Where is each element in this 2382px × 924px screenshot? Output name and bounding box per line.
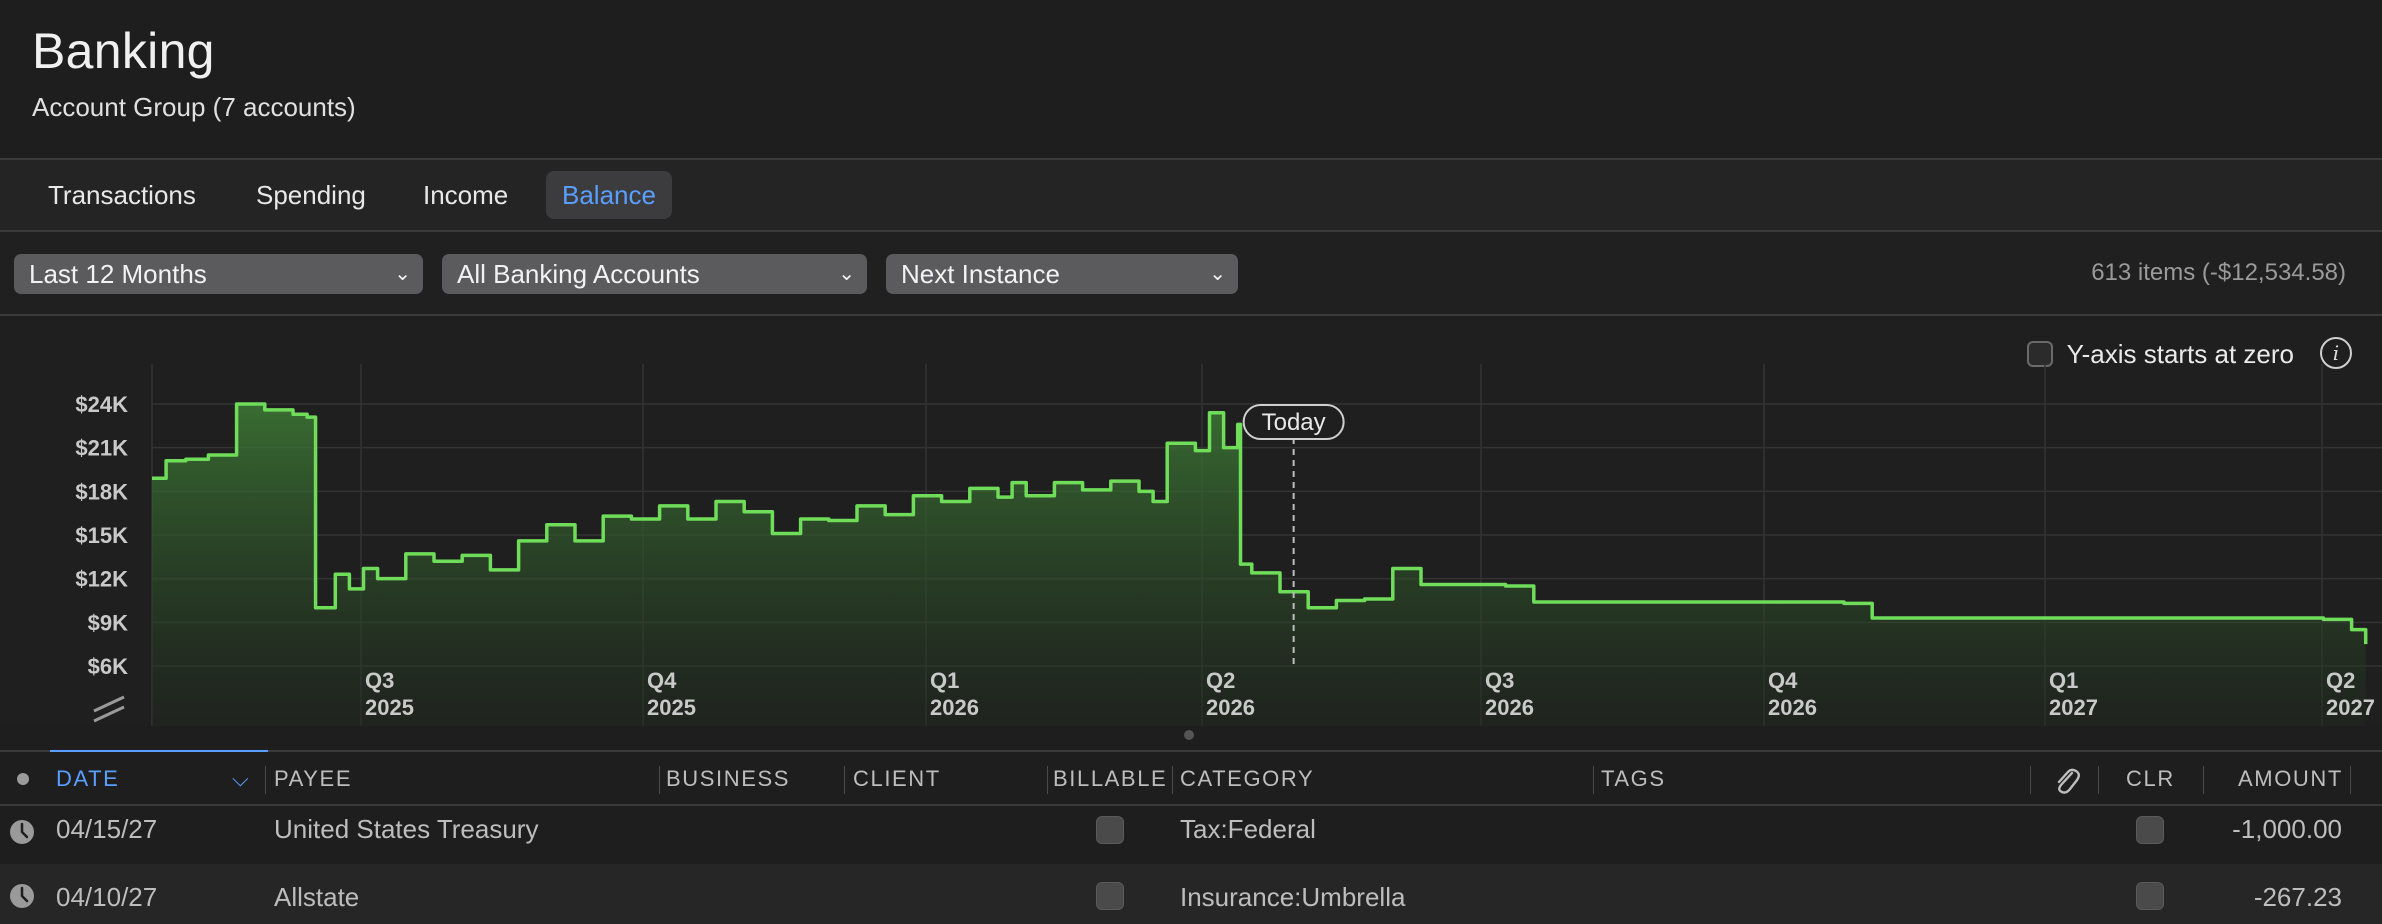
- today-label: Today: [1262, 409, 1326, 436]
- x-tick-year-label: 2027: [2049, 695, 2098, 720]
- cleared-checkbox[interactable]: [2136, 816, 2164, 844]
- column-separator: [1047, 766, 1048, 794]
- x-tick-year-label: 2026: [930, 695, 979, 720]
- x-tick-year-label: 2025: [365, 695, 414, 720]
- column-separator: [265, 766, 266, 794]
- row-amount: -267.23: [2253, 882, 2342, 912]
- accounts-select[interactable]: All Banking Accounts ⌄: [442, 254, 867, 294]
- x-tick-label: Q3: [1485, 668, 1514, 693]
- tab-income[interactable]: Income: [407, 171, 524, 219]
- column-separator: [844, 766, 845, 794]
- x-tick-label: Q4: [647, 668, 677, 693]
- cleared-checkbox[interactable]: [2136, 882, 2164, 910]
- table-row[interactable]: 04/10/27 Allstate Insurance:Umbrella -26…: [0, 864, 2382, 924]
- billable-checkbox[interactable]: [1096, 816, 1124, 844]
- scheduled-select[interactable]: Next Instance ⌄: [886, 254, 1238, 294]
- column-separator: [2030, 766, 2031, 794]
- chart-area: [152, 402, 2368, 726]
- filter-bar: Last 12 Months ⌄ All Banking Accounts ⌄ …: [0, 232, 2382, 314]
- x-tick-label: Q1: [2049, 668, 2078, 693]
- x-tick-year-label: 2025: [647, 695, 696, 720]
- column-category[interactable]: CATEGORY: [1180, 766, 1314, 792]
- column-clr[interactable]: CLR: [2126, 766, 2175, 792]
- y-tick-label: $6K: [88, 654, 128, 679]
- y-tick-label: $15K: [75, 523, 128, 548]
- column-separator: [659, 766, 660, 794]
- column-tags[interactable]: TAGS: [1601, 766, 1666, 792]
- column-separator: [2203, 766, 2204, 794]
- scheduled-clock-icon: [10, 820, 34, 844]
- axis-break-icon: [93, 695, 125, 723]
- table-row[interactable]: 04/15/27 United States Treasury Tax:Fede…: [0, 808, 2382, 872]
- balance-chart-area: Y-axis starts at zero i $24K $21K $18K $15K…: [0, 316, 2382, 740]
- tab-balance[interactable]: Balance: [546, 171, 672, 219]
- billable-checkbox[interactable]: [1096, 882, 1124, 910]
- row-payee: Allstate: [274, 882, 360, 912]
- table-header: DATE ⌵ PAYEE BUSINESS CLIENT BILLABLE CA…: [0, 750, 2382, 806]
- x-tick-year-label: 2026: [1485, 695, 1534, 720]
- column-billable[interactable]: BILLABLE: [1053, 766, 1167, 792]
- balance-chart: $24K$21K$18K$15K$12K$9K$6K Q32025Q42025Q…: [75, 364, 2382, 726]
- tab-spending[interactable]: Spending: [240, 171, 382, 219]
- column-amount[interactable]: AMOUNT: [2238, 766, 2343, 792]
- column-client[interactable]: CLIENT: [853, 766, 941, 792]
- column-separator: [1593, 766, 1594, 794]
- chevron-down-icon: ⌄: [838, 263, 855, 285]
- x-tick-label: Q1: [930, 668, 959, 693]
- y-tick-label: $21K: [75, 436, 128, 461]
- period-select-value: Last 12 Months: [29, 259, 207, 289]
- x-tick-label: Q4: [1768, 668, 1798, 693]
- x-tick-year-label: 2027: [2326, 695, 2375, 720]
- x-tick-year-label: 2026: [1768, 695, 1817, 720]
- scheduled-clock-icon: [10, 884, 34, 908]
- page-title: Banking: [32, 23, 215, 79]
- row-date: 04/10/27: [56, 882, 158, 912]
- attachment-icon[interactable]: [2052, 764, 2080, 796]
- x-tick-year-label: 2026: [1206, 695, 1255, 720]
- accounts-select-value: All Banking Accounts: [457, 259, 700, 289]
- column-separator: [1172, 766, 1173, 794]
- chevron-down-icon: ⌄: [394, 263, 411, 285]
- period-select[interactable]: Last 12 Months ⌄: [14, 254, 423, 294]
- column-separator: [2098, 766, 2099, 794]
- tab-bar: Transactions Spending Income Balance: [0, 160, 2382, 230]
- sort-chevron-icon[interactable]: ⌵: [232, 766, 250, 792]
- column-date[interactable]: DATE: [56, 766, 119, 792]
- row-category: Insurance:Umbrella: [1180, 882, 1406, 912]
- y-tick-label: $24K: [75, 392, 128, 417]
- chevron-down-icon: ⌄: [1209, 263, 1226, 285]
- x-tick-label: Q2: [2326, 668, 2355, 693]
- balance-area-fill: [152, 404, 2366, 726]
- resize-handle[interactable]: [1184, 730, 1194, 740]
- x-tick-label: Q2: [1206, 668, 1235, 693]
- sort-indicator: [50, 750, 268, 752]
- page-header: Banking Account Group (7 accounts): [0, 0, 2382, 158]
- x-tick-label: Q3: [365, 668, 394, 693]
- column-payee[interactable]: PAYEE: [274, 766, 352, 792]
- y-tick-label: $9K: [88, 610, 128, 635]
- y-axis-ticks: $24K $21K $18K $15K $12K $9K $6K: [75, 392, 128, 679]
- page-subtitle: Account Group (7 accounts): [32, 92, 356, 122]
- row-date: 04/15/27: [56, 814, 158, 844]
- tab-transactions[interactable]: Transactions: [32, 171, 212, 219]
- items-summary: 613 items (-$12,534.58): [2091, 259, 2346, 286]
- column-separator: [2350, 766, 2351, 794]
- row-payee: United States Treasury: [274, 814, 539, 844]
- y-tick-label: $12K: [75, 567, 128, 592]
- status-dot-icon: [17, 773, 29, 785]
- column-business[interactable]: BUSINESS: [666, 766, 790, 792]
- y-tick-label: $18K: [75, 479, 128, 504]
- row-category: Tax:Federal: [1180, 814, 1316, 844]
- scheduled-select-value: Next Instance: [901, 259, 1060, 289]
- row-amount: -1,000.00: [2232, 814, 2342, 844]
